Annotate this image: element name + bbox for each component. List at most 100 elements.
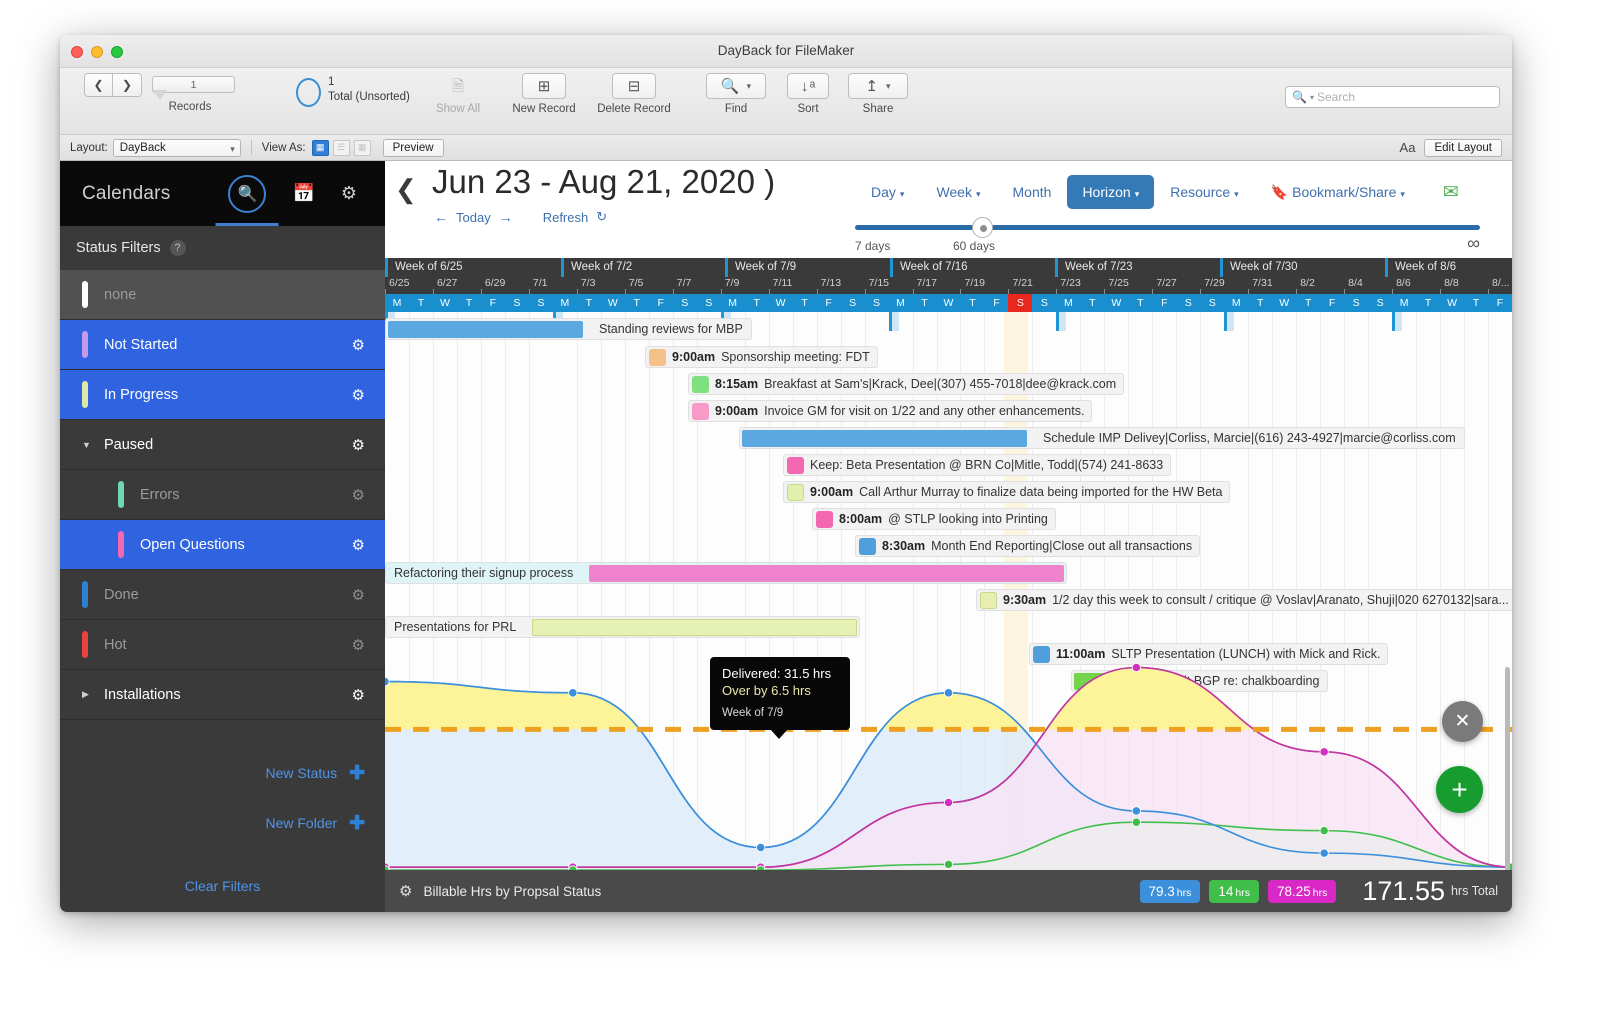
next-record-button[interactable]: ❯ [113,73,142,97]
view-as-form-icon[interactable]: ▦ [311,139,329,156]
new-record-group[interactable]: ⊞ New Record [508,73,580,115]
show-all-button[interactable]: 🗎 [436,73,480,99]
status-filter-in-progress[interactable]: In Progress ⚙ [60,370,385,420]
preview-button[interactable]: Preview [382,138,444,157]
horizon-zoom-slider[interactable]: 7 days 60 days ∞ [855,217,1480,253]
view-as-table-icon[interactable]: ▦ [353,139,371,156]
sidebar-gear-icon[interactable]: ⚙ [341,183,357,204]
event-pill[interactable]: 9:30am 1/2 day this week to consult / cri… [976,589,1512,611]
calendar-event[interactable]: 9:00am Invoice GM for visit on 1/22 and a… [385,400,1093,422]
event-pill[interactable]: 9:00am Call Arthur Murray to finalize dat… [783,481,1231,503]
status-settings-gear-icon[interactable]: ⚙ [352,436,365,454]
status-settings-gear-icon[interactable]: ⚙ [352,636,365,654]
chart-point[interactable] [569,863,577,870]
new-status-button[interactable]: New Status ✚ [60,748,385,798]
calendar-event[interactable]: 8:00am @ STLP looking into Printing [385,508,1056,530]
event-pill[interactable]: 11:00am SLTP Presentation (LUNCH) with Mi… [1029,643,1389,665]
clear-filters-button[interactable]: Clear Filters [60,878,385,894]
chart-point[interactable] [1132,818,1140,826]
event-bar-pill[interactable]: Schedule IMP Delivey|Corliss, Marcie|(61… [739,427,1465,449]
tab-resource[interactable]: Resource ▾ [1154,176,1254,208]
calendar-event[interactable]: Standing reviews for MBP [385,318,752,340]
refresh-button[interactable]: Refresh [543,210,589,225]
chart-point[interactable] [1320,748,1328,756]
chart-point[interactable] [756,863,764,870]
chart-point[interactable] [1320,849,1328,857]
calendar-event[interactable]: Visit BGP re: chalkboarding [385,670,1329,692]
layout-select[interactable]: DayBack ▾ [112,138,241,157]
delete-record-button[interactable]: ⊟ [612,73,656,99]
record-slider-knob[interactable] [153,90,167,100]
tab-week[interactable]: Week ▾ [920,176,996,208]
status-filter-hot[interactable]: Hot ⚙ [60,620,385,670]
event-pill[interactable]: 9:00am Sponsorship meeting: FDT [645,346,878,368]
close-chart-button[interactable]: ✕ [1442,701,1483,742]
share-group[interactable]: ↥ ▾ Share [842,73,914,115]
sidebar-search-icon[interactable]: 🔍 [215,174,279,226]
event-bar-pill[interactable]: Refactoring their signup process [385,562,1068,584]
calendar-event[interactable]: 9:00am Call Arthur Murray to finalize dat… [385,481,1231,503]
sort-group[interactable]: ↓ ᵃ Sort [778,73,838,115]
today-button[interactable]: Today [456,210,491,225]
text-size-icon[interactable]: Aa [1400,140,1416,155]
status-settings-gear-icon[interactable]: ⚙ [352,386,365,404]
tab-horizon[interactable]: Horizon ▾ [1067,175,1155,209]
edit-layout-button[interactable]: Edit Layout [1424,138,1502,157]
status-filter-paused[interactable]: ▼ Paused ⚙ [60,420,385,470]
status-total-badge[interactable]: 79.3 hrs [1139,879,1201,903]
chevron-down-icon[interactable]: ▼ [82,440,94,450]
status-settings-gear-icon[interactable]: ⚙ [352,536,365,554]
collapse-sidebar-button[interactable]: ❮ [395,174,417,205]
sort-button[interactable]: ↓ ᵃ [787,73,829,99]
status-filter-done[interactable]: Done ⚙ [60,570,385,620]
sidebar-calendar-icon[interactable]: 📅 [292,183,314,204]
previous-period-button[interactable]: ← [434,209,448,225]
status-filter-none[interactable]: none [60,270,385,320]
view-as-list-icon[interactable]: ☰ [332,139,350,156]
tab-day[interactable]: Day ▾ [855,176,920,208]
calendar-event[interactable]: Schedule IMP Delivey|Corliss, Marcie|(61… [385,427,1465,449]
record-nav-buttons[interactable]: ❮ ❯ [84,73,142,97]
chart-point[interactable] [1320,826,1328,834]
previous-record-button[interactable]: ❮ [84,73,113,97]
tab-month[interactable]: Month [997,176,1068,208]
share-button[interactable]: ↥ ▾ [848,73,908,99]
event-pill[interactable]: Keep: Beta Presentation @ BRN Co|Mitle, … [783,454,1172,476]
status-total-badge[interactable]: 14 hrs [1209,879,1259,903]
email-icon[interactable]: ✉ [1443,181,1459,204]
chart-point[interactable] [944,860,952,868]
chart-point[interactable] [1132,807,1140,815]
chart-point[interactable] [385,863,389,870]
calendar-event[interactable]: 9:00am Sponsorship meeting: FDT [385,346,878,368]
status-total-badge[interactable]: 78.25 hrs [1268,879,1337,903]
status-filter-installations[interactable]: ▶ Installations ⚙ [60,670,385,720]
record-slider[interactable]: 1 [152,73,235,100]
calendar-event[interactable]: Refactoring their signup process [385,562,1068,584]
next-period-button[interactable]: → [499,209,513,225]
chart-point[interactable] [944,798,952,806]
calendar-event[interactable]: Presentations for PRL [385,616,861,638]
delete-record-group[interactable]: ⊟ Delete Record [588,73,680,115]
find-group[interactable]: 🔍 ▾ Find [700,73,772,115]
status-filter-not-started[interactable]: Not Started ⚙ [60,320,385,370]
event-pill[interactable]: 8:15am Breakfast at Sam's|Krack, Dee|(307… [688,373,1125,395]
add-event-button[interactable]: + [1436,766,1483,813]
status-settings-gear-icon[interactable]: ⚙ [352,486,365,504]
refresh-icon[interactable]: ↻ [596,209,607,225]
new-folder-button[interactable]: New Folder ✚ [60,798,385,848]
gear-icon[interactable]: ⚙ [399,882,412,900]
zoom-slider-track[interactable] [855,225,1480,230]
calendar-event[interactable]: 8:30am Month End Reporting|Close out all … [385,535,1201,557]
search-input[interactable]: 🔍 ▾ Search [1285,86,1500,108]
calendar-event[interactable]: 9:30am 1/2 day this week to consult / cri… [385,589,1512,611]
status-settings-gear-icon[interactable]: ⚙ [352,586,365,604]
event-pill[interactable]: 8:30am Month End Reporting|Close out all … [855,535,1201,557]
event-bar-pill[interactable]: Standing reviews for MBP [385,318,752,340]
view-as-icons[interactable]: ▦ ☰ ▦ [311,139,371,156]
status-settings-gear-icon[interactable]: ⚙ [352,686,365,704]
event-bar-pill[interactable]: Visit BGP re: chalkboarding [1071,670,1329,692]
chevron-right-icon[interactable]: ▶ [82,689,94,700]
status-filter-errors[interactable]: Errors ⚙ [60,470,385,520]
zoom-slider-knob[interactable] [972,217,993,238]
calendar-event[interactable]: Keep: Beta Presentation @ BRN Co|Mitle, … [385,454,1172,476]
